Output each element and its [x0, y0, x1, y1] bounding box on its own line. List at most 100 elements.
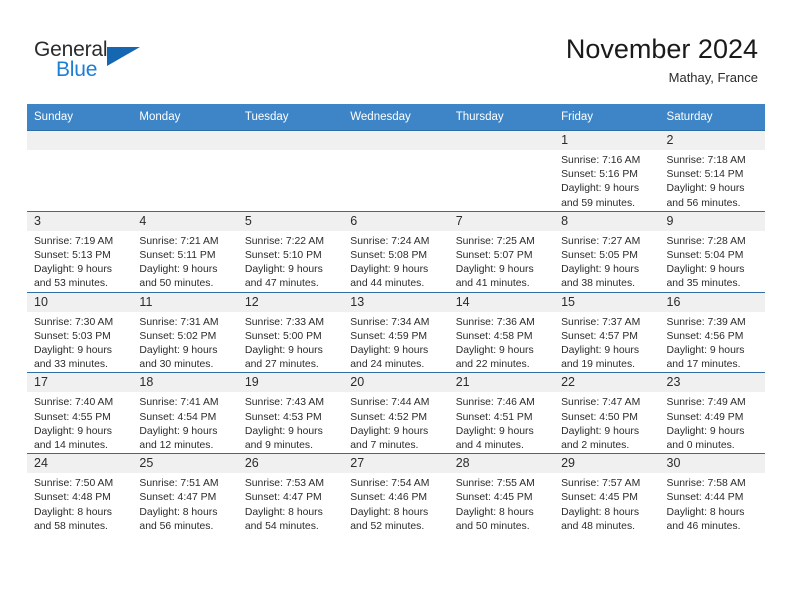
day-number: 28: [448, 454, 555, 474]
sunrise-text: Sunrise: 7:16 AM: [561, 155, 641, 166]
daylight-text-line1: Daylight: 9 hours: [561, 264, 640, 276]
daylight-text-line1: Daylight: 9 hours: [244, 425, 323, 437]
sunset-text: Sunset: 5:07 PM: [455, 250, 533, 262]
day-details: Sunrise: 7:57 AM Sunset: 4:45 PM Dayligh…: [554, 473, 659, 534]
day-details: Sunrise: 7:28 AM Sunset: 5:04 PM Dayligh…: [660, 231, 765, 292]
day-cell[interactable]: 18 Sunrise: 7:41 AM Sunset: 4:54 PM Dayl…: [132, 372, 238, 454]
calendar-week-row: 3 Sunrise: 7:19 AM Sunset: 5:13 PM Dayli…: [27, 210, 765, 293]
day-cell[interactable]: 21 Sunrise: 7:46 AM Sunset: 4:51 PM Dayl…: [448, 372, 555, 454]
day-details: Sunrise: 7:40 AM Sunset: 4:55 PM Dayligh…: [27, 392, 132, 453]
day-cell[interactable]: 8 Sunrise: 7:27 AM Sunset: 5:05 PM Dayli…: [554, 210, 660, 293]
sunset-text: Sunset: 4:52 PM: [350, 411, 428, 423]
day-cell[interactable]: 24 Sunrise: 7:50 AM Sunset: 4:48 PM Dayl…: [27, 453, 133, 535]
day-details: Sunrise: 7:37 AM Sunset: 4:57 PM Dayligh…: [554, 312, 659, 373]
day-number: [132, 131, 238, 150]
day-number: 21: [448, 373, 555, 393]
day-cell[interactable]: 4 Sunrise: 7:21 AM Sunset: 5:11 PM Dayli…: [132, 210, 238, 293]
day-details: Sunrise: 7:43 AM Sunset: 4:53 PM Dayligh…: [238, 392, 343, 453]
sunset-text: Sunset: 5:11 PM: [139, 250, 216, 262]
sunset-text: Sunset: 4:58 PM: [455, 330, 533, 342]
daylight-text-line1: Daylight: 9 hours: [561, 183, 640, 195]
day-cell[interactable]: 15 Sunrise: 7:37 AM Sunset: 4:57 PM Dayl…: [554, 291, 660, 373]
sunrise-text: Sunrise: 7:24 AM: [350, 235, 430, 247]
day-number: 30: [659, 454, 765, 474]
day-cell[interactable]: 17 Sunrise: 7:40 AM Sunset: 4:55 PM Dayl…: [27, 372, 133, 454]
day-cell[interactable]: 5 Sunrise: 7:22 AM Sunset: 5:10 PM Dayli…: [237, 210, 344, 293]
day-cell[interactable]: 3 Sunrise: 7:19 AM Sunset: 5:13 PM Dayli…: [27, 210, 133, 293]
sunrise-text: Sunrise: 7:55 AM: [455, 478, 535, 490]
day-cell[interactable]: 2 Sunrise: 7:18 AM Sunset: 5:14 PM Dayli…: [659, 130, 765, 212]
daylight-text-line2: and 41 minutes.: [455, 278, 530, 290]
brand-name-blue: Blue: [56, 58, 98, 81]
sunrise-text: Sunrise: 7:58 AM: [666, 478, 746, 490]
sunset-text: Sunset: 4:57 PM: [561, 330, 638, 342]
sunrise-text: Sunrise: 7:44 AM: [350, 397, 430, 409]
day-cell[interactable]: 12 Sunrise: 7:33 AM Sunset: 5:00 PM Dayl…: [237, 291, 344, 373]
sunrise-text: Sunrise: 7:43 AM: [244, 397, 324, 409]
day-cell[interactable]: 22 Sunrise: 7:47 AM Sunset: 4:50 PM Dayl…: [554, 372, 660, 454]
sunset-text: Sunset: 4:59 PM: [350, 330, 428, 342]
day-number: [237, 131, 344, 150]
day-cell[interactable]: 27 Sunrise: 7:54 AM Sunset: 4:46 PM Dayl…: [343, 453, 449, 535]
daylight-text-line1: Daylight: 8 hours: [666, 506, 745, 518]
daylight-text-line2: and 2 minutes.: [561, 440, 630, 452]
day-cell[interactable]: 10 Sunrise: 7:30 AM Sunset: 5:03 PM Dayl…: [27, 291, 133, 373]
day-cell: [132, 130, 238, 212]
sunset-text: Sunset: 5:16 PM: [561, 169, 638, 181]
day-cell[interactable]: 29 Sunrise: 7:57 AM Sunset: 4:45 PM Dayl…: [554, 453, 660, 535]
day-details: Sunrise: 7:49 AM Sunset: 4:49 PM Dayligh…: [660, 392, 765, 453]
day-cell[interactable]: 6 Sunrise: 7:24 AM Sunset: 5:08 PM Dayli…: [343, 210, 449, 293]
day-number: 7: [448, 211, 555, 231]
day-cell[interactable]: 20 Sunrise: 7:44 AM Sunset: 4:52 PM Dayl…: [343, 372, 449, 454]
day-number: [27, 131, 133, 150]
day-cell[interactable]: 7 Sunrise: 7:25 AM Sunset: 5:07 PM Dayli…: [448, 210, 555, 293]
day-cell[interactable]: 1 Sunrise: 7:16 AM Sunset: 5:16 PM Dayli…: [554, 130, 660, 212]
daylight-text-line2: and 12 minutes.: [139, 440, 214, 452]
day-number: 16: [659, 292, 765, 312]
daylight-text-line2: and 56 minutes.: [666, 197, 741, 209]
calendar-week-row: 17 Sunrise: 7:40 AM Sunset: 4:55 PM Dayl…: [27, 372, 765, 454]
day-cell[interactable]: 14 Sunrise: 7:36 AM Sunset: 4:58 PM Dayl…: [448, 291, 555, 373]
day-cell[interactable]: 19 Sunrise: 7:43 AM Sunset: 4:53 PM Dayl…: [237, 372, 344, 454]
daylight-text-line2: and 50 minutes.: [139, 278, 214, 290]
day-details: Sunrise: 7:58 AM Sunset: 4:44 PM Dayligh…: [660, 473, 765, 534]
weekday-header-wednesday: Wednesday: [343, 104, 449, 131]
daylight-text-line2: and 58 minutes.: [34, 520, 108, 532]
day-number: 27: [343, 454, 449, 474]
day-cell[interactable]: 13 Sunrise: 7:34 AM Sunset: 4:59 PM Dayl…: [343, 291, 449, 373]
sunrise-text: Sunrise: 7:22 AM: [244, 235, 324, 247]
day-cell[interactable]: 9 Sunrise: 7:28 AM Sunset: 5:04 PM Dayli…: [659, 210, 765, 293]
daylight-text-line2: and 33 minutes.: [34, 359, 108, 371]
daylight-text-line1: Daylight: 9 hours: [34, 425, 112, 437]
day-cell[interactable]: 28 Sunrise: 7:55 AM Sunset: 4:45 PM Dayl…: [448, 453, 555, 535]
day-cell[interactable]: 30 Sunrise: 7:58 AM Sunset: 4:44 PM Dayl…: [659, 453, 765, 535]
daylight-text-line2: and 22 minutes.: [455, 359, 530, 371]
day-cell[interactable]: 23 Sunrise: 7:49 AM Sunset: 4:49 PM Dayl…: [659, 372, 765, 454]
sunrise-text: Sunrise: 7:37 AM: [561, 316, 641, 328]
day-cell[interactable]: 16 Sunrise: 7:39 AM Sunset: 4:56 PM Dayl…: [659, 291, 765, 373]
sunrise-text: Sunrise: 7:49 AM: [666, 397, 746, 409]
day-details: Sunrise: 7:18 AM Sunset: 5:14 PM Dayligh…: [660, 150, 765, 211]
day-number: [343, 131, 449, 150]
page-header: General Blue November 2024 Mathay, Franc…: [0, 0, 792, 103]
sunset-text: Sunset: 5:14 PM: [666, 169, 744, 181]
day-number: 11: [132, 292, 238, 312]
calendar-table: Sunday Monday Tuesday Wednesday Thursday…: [27, 104, 765, 535]
day-number: 2: [659, 131, 765, 150]
daylight-text-line1: Daylight: 8 hours: [139, 506, 218, 518]
daylight-text-line2: and 38 minutes.: [561, 278, 636, 290]
sunrise-text: Sunrise: 7:30 AM: [34, 316, 114, 328]
day-cell[interactable]: 25 Sunrise: 7:51 AM Sunset: 4:47 PM Dayl…: [132, 453, 238, 535]
day-details: Sunrise: 7:30 AM Sunset: 5:03 PM Dayligh…: [27, 312, 132, 373]
day-details: Sunrise: 7:53 AM Sunset: 4:47 PM Dayligh…: [238, 473, 343, 534]
daylight-text-line1: Daylight: 9 hours: [139, 345, 218, 357]
daylight-text-line2: and 47 minutes.: [244, 278, 319, 290]
sunset-text: Sunset: 5:04 PM: [666, 250, 744, 262]
sunrise-text: Sunrise: 7:53 AM: [244, 478, 324, 490]
sunset-text: Sunset: 4:47 PM: [244, 492, 322, 504]
sunset-text: Sunset: 4:50 PM: [561, 411, 638, 423]
day-cell[interactable]: 26 Sunrise: 7:53 AM Sunset: 4:47 PM Dayl…: [237, 453, 344, 535]
brand-logo[interactable]: General Blue: [34, 38, 154, 82]
day-cell[interactable]: 11 Sunrise: 7:31 AM Sunset: 5:02 PM Dayl…: [132, 291, 238, 373]
day-number: 17: [27, 373, 133, 393]
